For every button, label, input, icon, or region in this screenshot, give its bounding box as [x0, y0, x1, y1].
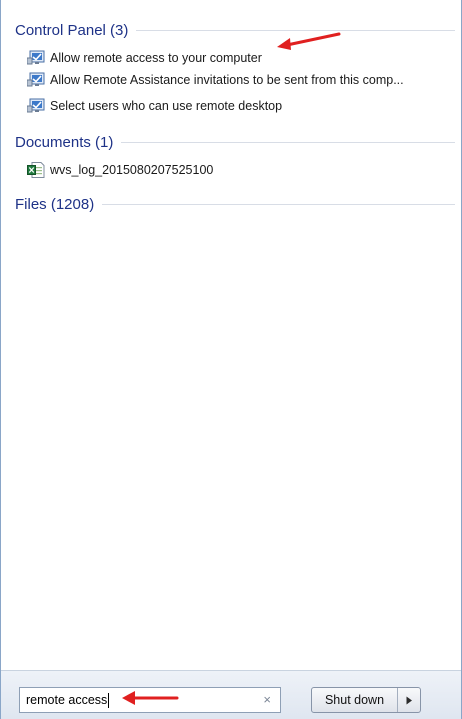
- group-divider: [121, 141, 455, 143]
- triangle-right-icon: [406, 696, 412, 704]
- group-title[interactable]: Documents (1): [15, 134, 121, 151]
- group-header-control-panel[interactable]: Control Panel (3): [15, 20, 455, 40]
- shut-down-button[interactable]: Shut down: [311, 687, 421, 713]
- shut-down-options-button[interactable]: [398, 688, 420, 712]
- group-title[interactable]: Files (1208): [15, 196, 102, 213]
- result-item-label: Allow Remote Assistance invitations to b…: [50, 73, 404, 87]
- result-item-wvs-log[interactable]: wvs_log_2015080207525100: [27, 160, 459, 180]
- result-item-label: Allow remote access to your computer: [50, 51, 262, 65]
- shut-down-label[interactable]: Shut down: [312, 688, 397, 712]
- result-item-label: wvs_log_2015080207525100: [50, 163, 214, 177]
- start-menu: Control Panel (3) Allow remote access to…: [0, 0, 462, 719]
- control-panel-icon: [27, 72, 45, 87]
- annotation-arrow-icon: [122, 691, 179, 705]
- excel-file-icon: [27, 162, 45, 178]
- group-title[interactable]: Control Panel (3): [15, 22, 136, 39]
- annotation-arrow-icon: [277, 32, 341, 50]
- group-header-documents[interactable]: Documents (1): [15, 132, 455, 152]
- clear-search-icon[interactable]: ×: [263, 692, 271, 707]
- search-input-text[interactable]: remote access: [20, 693, 107, 707]
- result-item-allow-remote-assistance[interactable]: Allow Remote Assistance invitations to b…: [27, 70, 459, 90]
- text-caret: [108, 692, 110, 708]
- group-divider: [102, 203, 455, 205]
- result-item-select-remote-users[interactable]: Select users who can use remote desktop: [27, 96, 459, 116]
- result-item-allow-remote-access[interactable]: Allow remote access to your computer: [27, 48, 459, 68]
- control-panel-icon: [27, 98, 45, 113]
- group-header-files[interactable]: Files (1208): [15, 194, 455, 214]
- control-panel-icon: [27, 50, 45, 65]
- start-menu-bottom-bar: remote access × Shut down: [1, 670, 461, 719]
- result-item-label: Select users who can use remote desktop: [50, 99, 283, 113]
- search-results-pane: Control Panel (3) Allow remote access to…: [1, 0, 461, 670]
